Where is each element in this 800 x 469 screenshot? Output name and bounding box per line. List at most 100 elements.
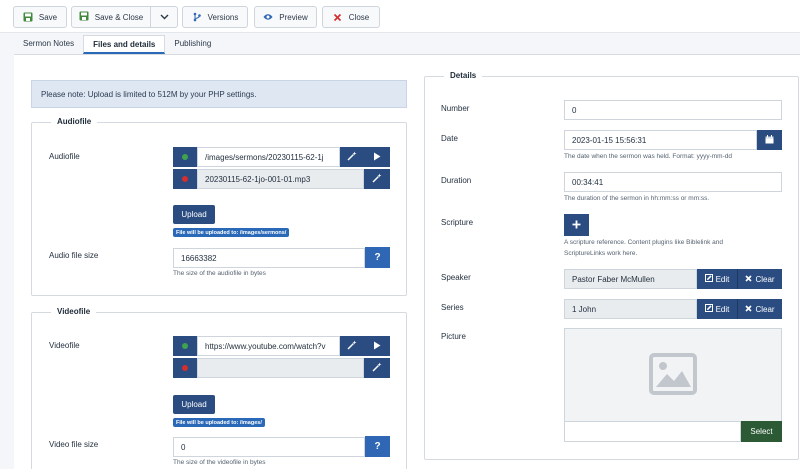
audio-size-input[interactable]: 16663382 [173,248,365,268]
tab-bar: Sermon Notes Files and details Publishin… [14,35,220,54]
date-input[interactable]: 2023-01-15 15:56:31 [564,130,757,150]
audiofile-label: Audiofile [49,152,80,161]
tab-files-and-details[interactable]: Files and details [83,35,166,54]
speaker-clear-label: Clear [755,274,775,284]
eye-icon [263,12,273,22]
videofile-legend: Videofile [51,307,97,316]
audio-status-missing [173,169,197,189]
audio-wand-button[interactable] [340,147,364,167]
save-dropdown-toggle[interactable] [151,7,177,27]
scripture-label: Scripture [441,218,474,227]
video-upload-button[interactable]: Upload [173,395,215,414]
play-icon [373,341,381,352]
save-icon [23,12,33,22]
image-placeholder-icon [649,353,697,397]
plus-icon [572,220,581,231]
number-input[interactable]: 0 [564,100,782,120]
branch-icon [192,12,202,22]
calendar-icon [765,134,774,146]
magic-wand-icon [347,340,357,352]
close-icon [745,274,753,284]
save-close-button[interactable]: Save & Close [72,7,151,27]
date-label: Date [441,134,458,143]
video-file-input[interactable] [197,358,364,378]
audio-upload-button[interactable]: Upload [173,205,215,224]
question-icon: ? [374,441,381,452]
save-icon [79,11,89,23]
series-edit-button[interactable]: Edit [697,299,738,319]
upload-limit-notice: Please note: Upload is limited to 512M b… [31,80,407,108]
magic-wand-icon [372,362,382,374]
save-label: Save [38,12,58,22]
audio-play-button[interactable] [364,147,390,167]
picture-preview [564,328,782,422]
video-size-input[interactable]: 0 [173,437,365,457]
speaker-clear-button[interactable]: Clear [738,269,782,289]
status-dot-icon [182,365,188,371]
audio-size-label: Audio file size [49,251,99,260]
close-icon [333,12,343,22]
versions-button[interactable]: Versions [182,6,248,28]
speaker-edit-label: Edit [715,274,730,284]
save-close-label: Save & Close [94,12,144,22]
calendar-button[interactable] [757,130,782,150]
preview-label: Preview [279,12,308,22]
edit-icon [704,274,713,284]
video-play-button[interactable] [364,336,390,356]
audio-path-input[interactable]: /images/sermons/20230115-62-1j [197,147,340,167]
status-dot-icon [182,343,188,349]
close-button[interactable]: Close [322,6,380,28]
audio-file-input[interactable]: 20230115-62-1jo-001-01.mp3 [197,169,364,189]
play-icon [373,152,381,163]
series-clear-button[interactable]: Clear [738,299,782,319]
speaker-label: Speaker [441,273,471,282]
picture-path-input[interactable] [564,421,741,442]
video-size-label: Video file size [49,440,99,449]
video-status-ok [173,336,197,356]
tab-publishing[interactable]: Publishing [165,35,220,54]
close-icon [745,304,753,314]
videofile-label: Videofile [49,341,80,350]
speaker-input[interactable]: Pastor Faber McMullen [564,269,697,289]
duration-label: Duration [441,176,472,185]
video-status-missing [173,358,197,378]
duration-hint: The duration of the sermon in hh:mm:ss o… [564,195,710,202]
status-dot-icon [182,154,188,160]
video-file-wand-button[interactable] [364,358,390,378]
versions-label: Versions [207,12,239,22]
video-size-help-button[interactable]: ? [365,436,390,457]
audio-upload-destination: File will be uploaded to: /images/sermon… [173,228,290,237]
number-label: Number [441,104,470,113]
tab-sermon-notes[interactable]: Sermon Notes [14,35,83,54]
series-label: Series [441,303,464,312]
status-dot-icon [182,176,188,182]
audio-size-hint: The size of the audiofile in bytes [173,270,266,277]
date-hint: The date when the sermon was held. Forma… [564,153,732,160]
picture-select-button[interactable]: Select [741,421,782,442]
audiofile-legend: Audiofile [51,117,98,126]
details-legend: Details [444,71,483,80]
speaker-edit-button[interactable]: Edit [697,269,738,289]
duration-input[interactable]: 00:34:41 [564,172,782,192]
video-wand-button[interactable] [340,336,364,356]
video-path-input[interactable]: https://www.youtube.com/watch?v [197,336,340,356]
save-button[interactable]: Save [13,6,67,28]
audio-size-help-button[interactable]: ? [365,247,390,268]
close-label: Close [348,12,370,22]
video-upload-destination: File will be uploaded to: /images/ [173,418,265,427]
question-icon: ? [374,252,381,263]
preview-button[interactable]: Preview [254,6,317,28]
series-clear-label: Clear [755,304,775,314]
magic-wand-icon [372,173,382,185]
scripture-hint-line-2: ScriptureLinks work here. [564,250,638,257]
magic-wand-icon [347,151,357,163]
edit-icon [704,304,713,314]
chevron-down-icon [160,13,169,22]
series-input[interactable]: 1 John [564,299,697,319]
toolbar: Save Save & Close Versions Preview Close [0,0,800,33]
scripture-hint-line-1: A scripture reference. Content plugins l… [564,239,723,246]
add-scripture-button[interactable] [564,214,589,236]
series-edit-label: Edit [715,304,730,314]
video-size-hint: The size of the videofile in bytes [173,459,266,466]
audio-file-wand-button[interactable] [364,169,390,189]
